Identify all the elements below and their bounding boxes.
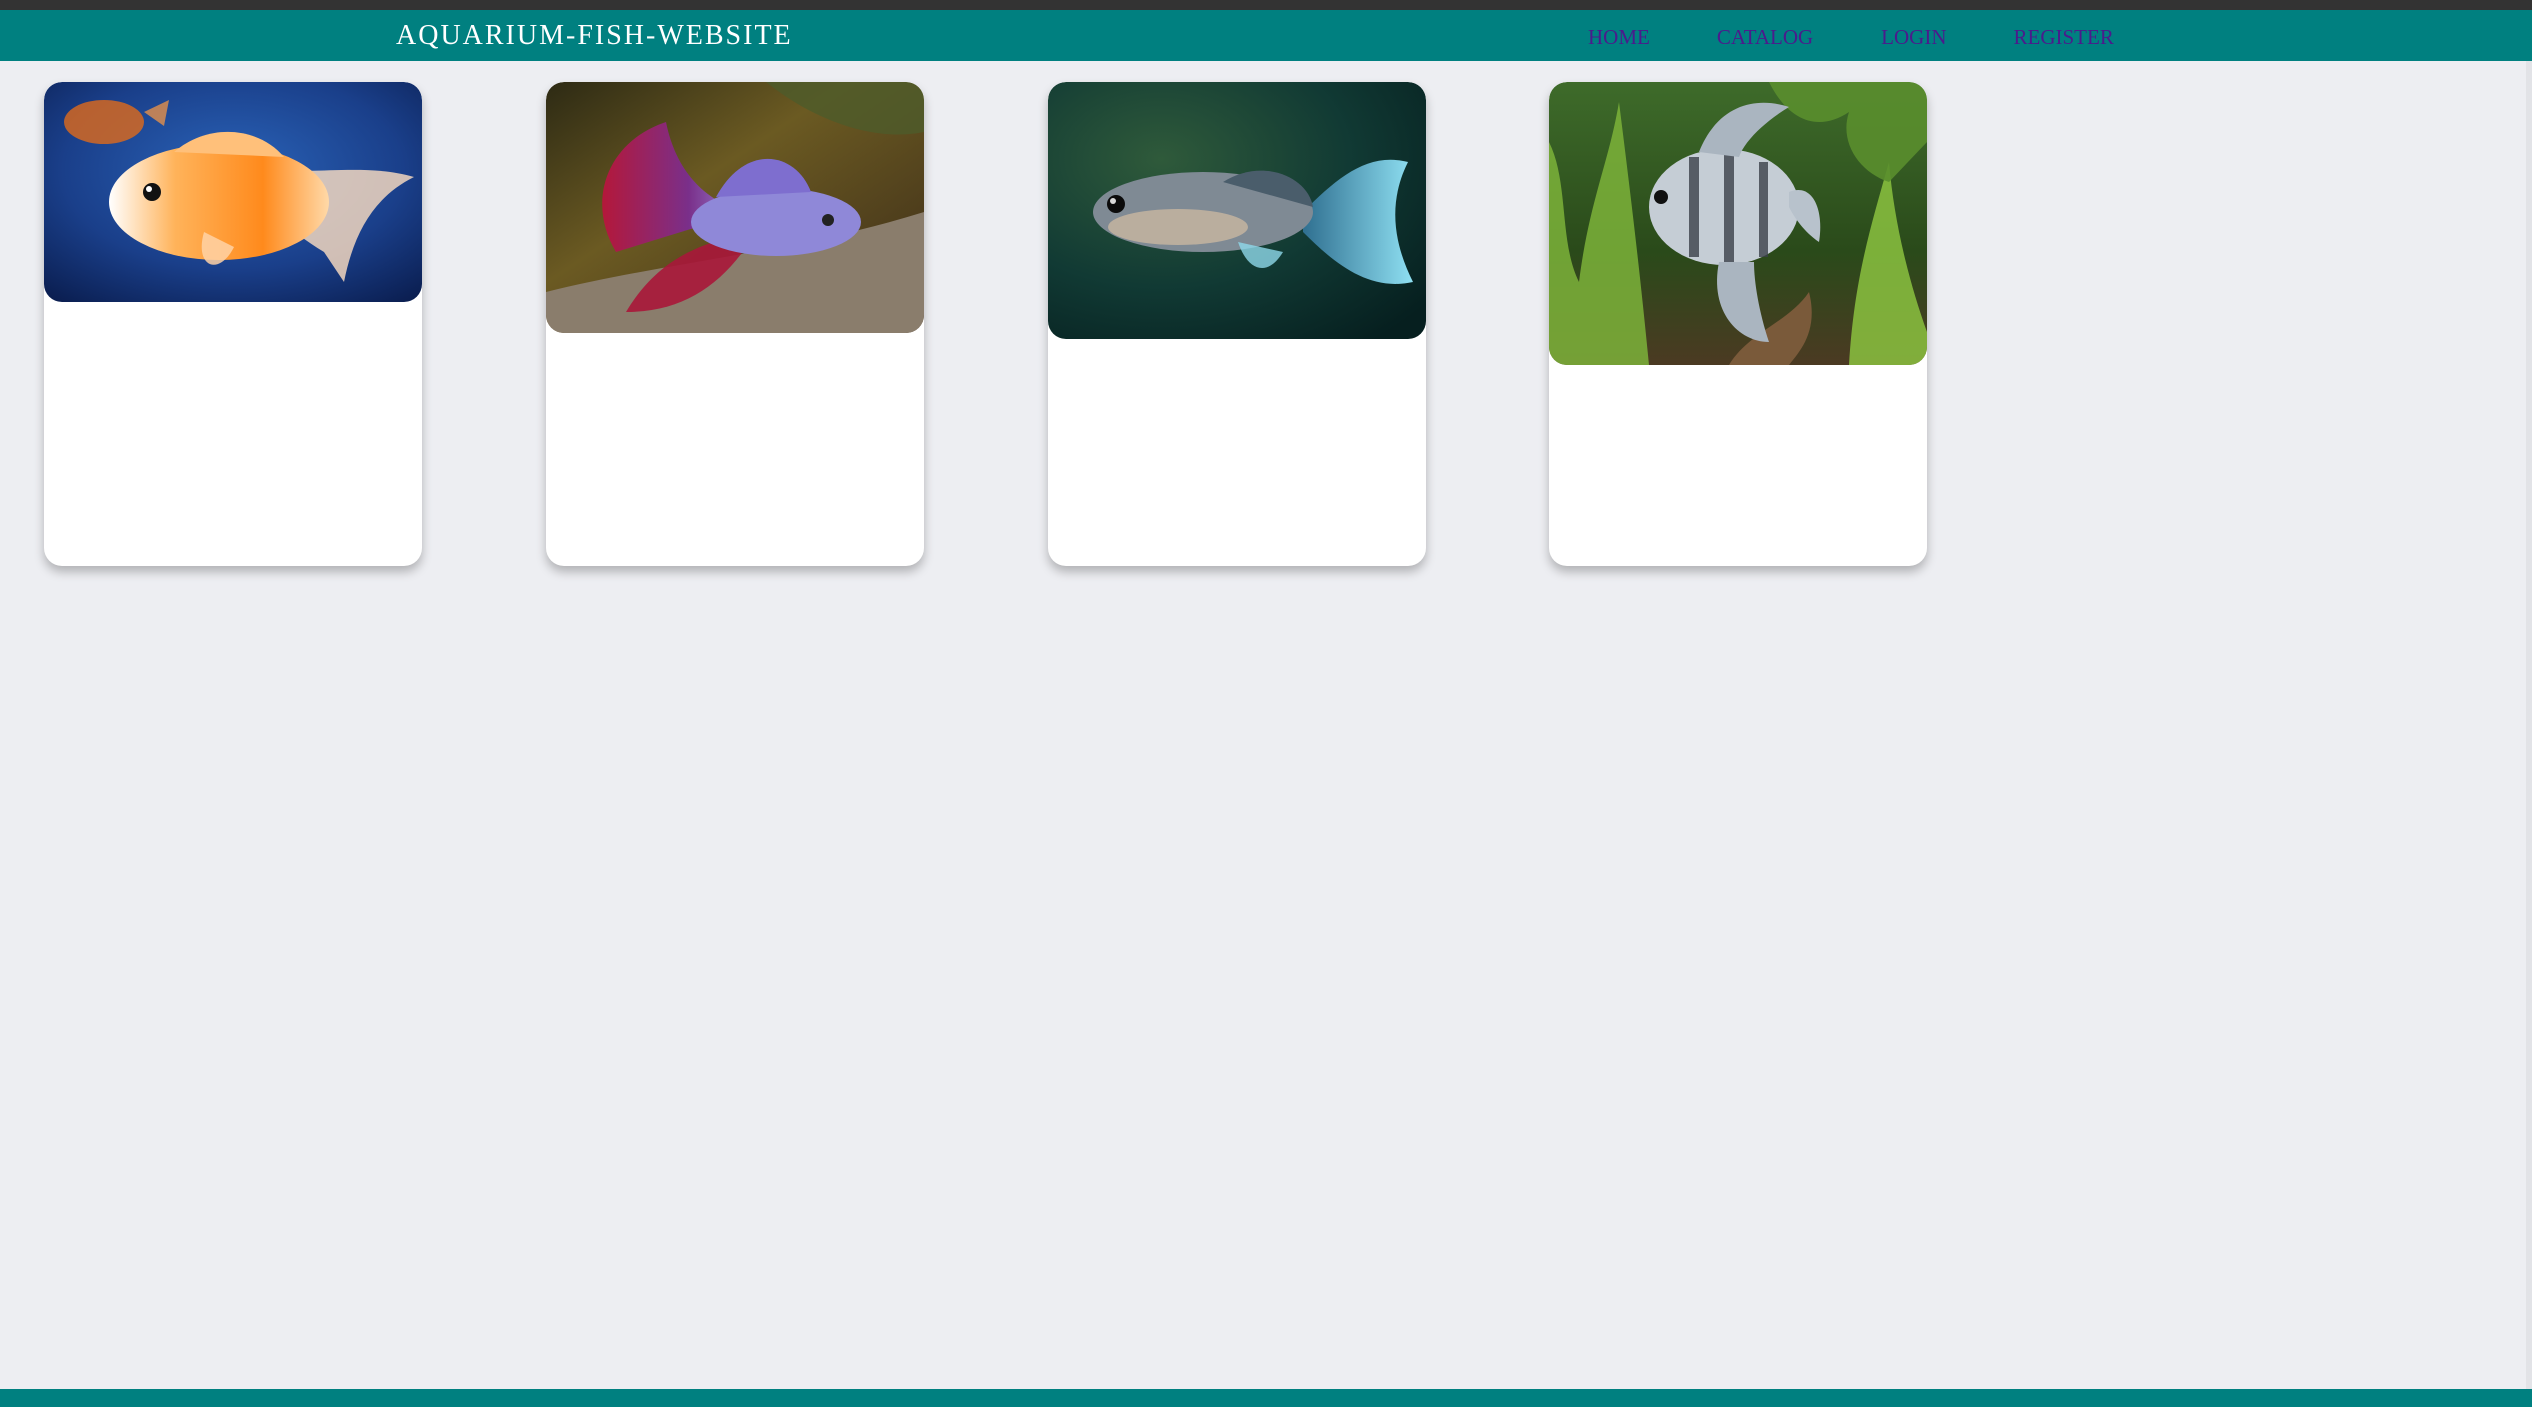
footer [0,1389,2532,1407]
nav-link-home[interactable]: HOME [1588,23,1650,51]
fish-card[interactable] [1048,82,1426,566]
angelfish-photo [1549,82,1927,365]
navbar: AQUARIUM-FISH-WEBSITE HOME CATALOG LOGIN… [0,10,2532,61]
top-strip [0,0,2532,10]
nav-link-register[interactable]: REGISTER [2014,23,2114,51]
nav-links: HOME CATALOG LOGIN REGISTER [1588,23,2114,51]
scrollbar-track[interactable] [2526,61,2532,1389]
site-brand[interactable]: AQUARIUM-FISH-WEBSITE [396,19,793,53]
nav-link-catalog[interactable]: CATALOG [1717,23,1813,51]
fish-card[interactable] [44,82,422,566]
fish-card[interactable] [1549,82,1927,566]
fish-card[interactable] [546,82,924,566]
guppy-photo [1048,82,1426,339]
nav-link-login[interactable]: LOGIN [1881,23,1946,51]
goldfish-photo [44,82,422,302]
betta-fish-photo [546,82,924,333]
